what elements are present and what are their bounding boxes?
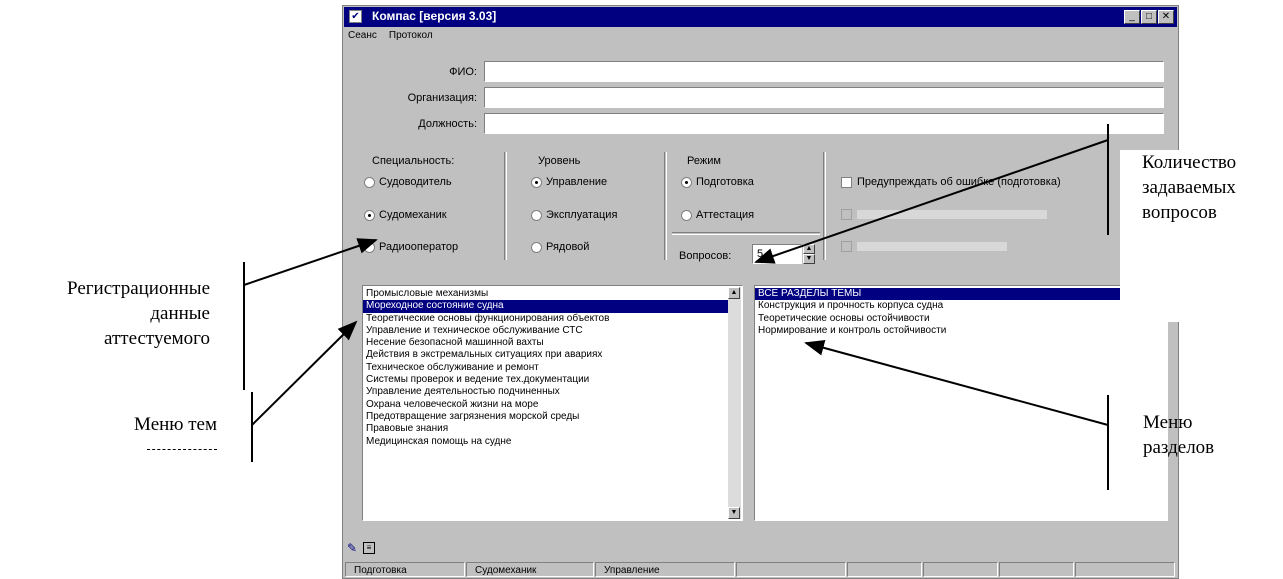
arrow-sections bbox=[804, 339, 1109, 426]
annotation-arrows bbox=[243, 124, 1109, 490]
arrow-topics bbox=[251, 320, 358, 426]
arrow-registration bbox=[243, 238, 378, 286]
arrow-questions bbox=[754, 139, 1109, 264]
